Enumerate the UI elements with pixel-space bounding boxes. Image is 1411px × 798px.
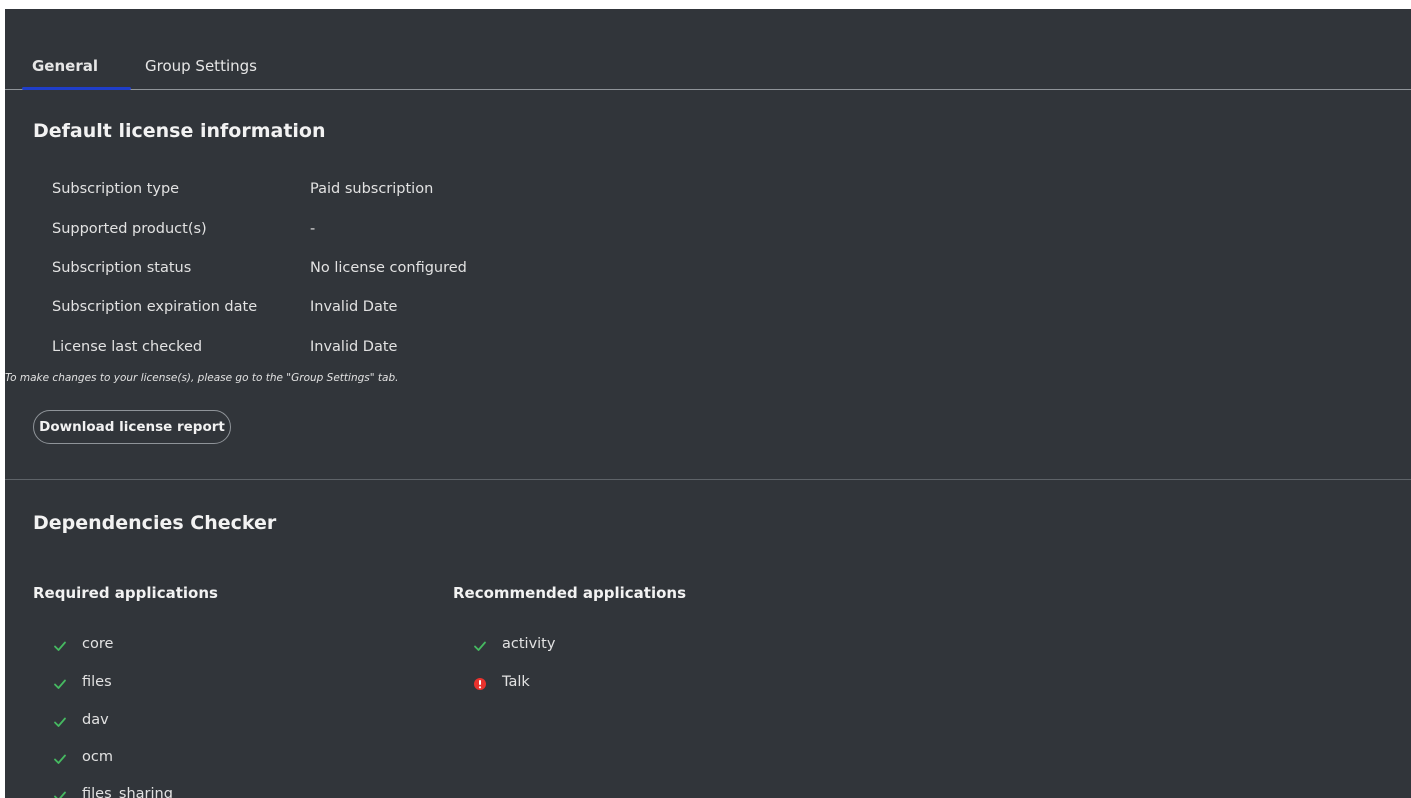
app-name: core: [82, 636, 114, 652]
download-license-report-button[interactable]: Download license report: [33, 410, 231, 444]
check-icon: [54, 754, 66, 764]
check-icon: [54, 717, 66, 727]
app-name: files_sharing: [82, 786, 173, 798]
info-label: Supported product(s): [52, 221, 207, 237]
check-icon: [474, 641, 486, 651]
required-apps-heading: Required applications: [33, 584, 218, 602]
app-name: ocm: [82, 749, 113, 765]
check-icon: [54, 679, 66, 689]
settings-panel: General Group Settings Default license i…: [5, 9, 1411, 798]
info-label: Subscription type: [52, 181, 180, 197]
info-value: Invalid Date: [310, 339, 398, 355]
app-name: Talk: [502, 674, 530, 690]
check-icon: [54, 641, 66, 651]
section-divider: [5, 479, 1411, 480]
app-name: files: [82, 674, 112, 690]
tab-group-settings[interactable]: Group Settings: [145, 57, 257, 75]
info-value: Invalid Date: [310, 299, 398, 315]
info-label: Subscription status: [52, 260, 192, 276]
tab-general[interactable]: General: [32, 57, 98, 75]
license-hint-text: To make changes to your license(s), plea…: [5, 372, 399, 384]
app-name: dav: [82, 712, 109, 728]
alert-icon: [474, 678, 486, 690]
dependencies-section-title: Dependencies Checker: [33, 512, 277, 534]
license-section-title: Default license information: [33, 120, 326, 142]
info-value: Paid subscription: [310, 181, 434, 197]
info-label: Subscription expiration date: [52, 299, 258, 315]
app-name: activity: [502, 636, 556, 652]
tab-bar: General Group Settings: [5, 9, 1411, 90]
check-icon: [54, 791, 66, 798]
recommended-apps-heading: Recommended applications: [453, 584, 687, 602]
info-value: No license configured: [310, 260, 467, 276]
active-tab-indicator: [22, 87, 131, 90]
info-label: License last checked: [52, 339, 203, 355]
info-value: -: [310, 221, 316, 237]
